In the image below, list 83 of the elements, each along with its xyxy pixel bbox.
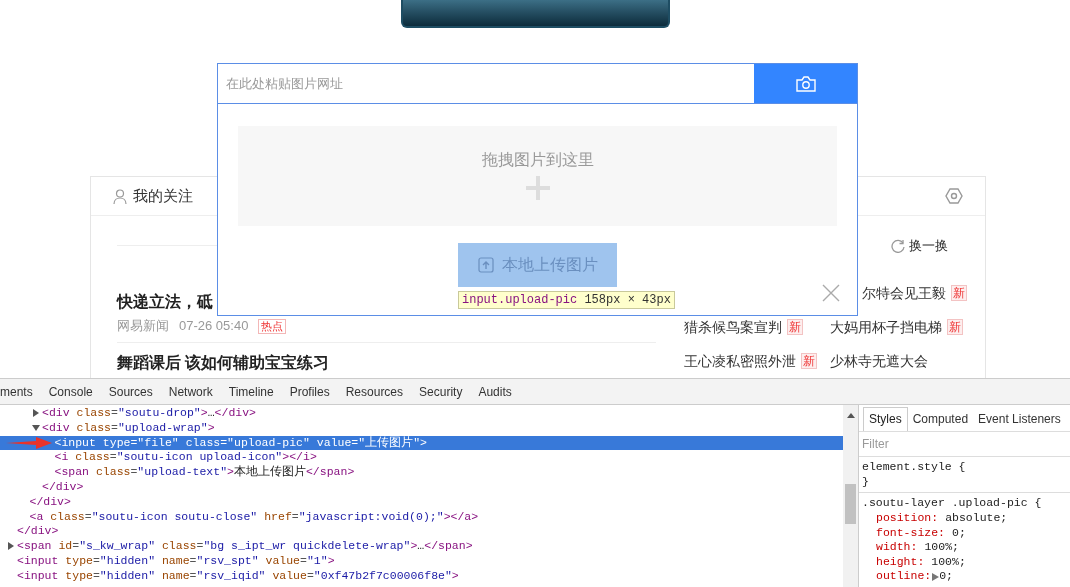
css-property: position: [876,511,939,526]
dom-row[interactable]: </div> [0,524,843,540]
selected-dom-row[interactable]: <input type="file" class="upload-pic" value="上传图片"> [0,435,843,451]
collapsed-triangle-icon[interactable] [32,409,40,417]
code-line: <span class="upload-text">本地上传图片</span> [54,465,355,480]
new-badge: 新 [947,319,963,335]
devtools-tab[interactable]: ments [0,379,41,404]
dom-row[interactable]: <div class="soutu-drop">…</div> [0,406,843,421]
camera-button[interactable] [754,64,857,103]
devtools-tab[interactable]: Security [411,379,471,404]
hot-tag: 热点 [258,318,287,334]
new-badge: 新 [951,285,967,301]
devtools-tab[interactable]: Profiles [281,379,338,404]
refresh-icon [891,239,905,253]
css-property: outline: [876,569,932,584]
dom-row[interactable]: </div> [0,494,843,510]
css-selector: element.style { [862,460,966,475]
collapsed-triangle-icon[interactable] [7,542,15,551]
inspect-tooltip: input.upload-pic 158px × 43px [458,291,675,309]
css-property: width: [876,540,918,555]
css-property: height: [876,554,925,570]
devtools-tab[interactable]: Console [40,379,101,404]
upload-icon [477,257,494,273]
dom-row[interactable]: <input type="hidden" name="rsv_spt" value="1"> [0,553,843,569]
settings-icon[interactable] [945,187,963,205]
css-value: 0; [952,525,966,541]
code-line: <a class="soutu-icon soutu-close" href="javascript:void(0);"></a> [29,509,479,525]
image-url-field[interactable]: 在此处粘贴图片网址 [218,64,754,103]
devtools-tab[interactable]: Audits [470,379,520,404]
article-source: 网易新闻 [117,318,169,334]
article-title[interactable]: 快递立法，砥 [117,292,213,312]
devtools-tab[interactable]: Sources [100,379,161,404]
dom-row[interactable]: <i class="soutu-icon upload-icon"></i> [0,450,843,466]
camera-icon [795,75,816,92]
scrollbar-thumb[interactable] [845,484,856,524]
css-value: 0; [939,569,954,584]
expand-triangle-icon[interactable] [932,572,940,581]
code-line: <i class="soutu-icon upload-icon"></i> [54,450,317,465]
dom-row[interactable]: </div> [0,480,843,495]
css-brace: } [862,474,869,490]
plus-icon [525,176,550,200]
scroll-up-icon[interactable] [846,413,855,418]
styles-tab[interactable]: Event Listeners [973,406,1066,431]
new-badge: 新 [801,353,817,369]
hot-search-link[interactable]: 大妈用杯子挡电梯 [830,316,942,338]
hot-search-link[interactable]: 少林寺无遮大会 [830,350,928,372]
code-line: <input type="hidden" name="rsv_iqid" value="0xf47b2f7c00006f8e"> [17,568,459,584]
devtools-tab[interactable]: Network [160,379,221,404]
css-value: absolute; [945,511,1008,526]
code-line: <span id="s_kw_wrap" class="bg s_ipt_wr quickdelete-wrap">…</span> [17,539,473,554]
close-icon[interactable] [822,284,840,302]
dom-row[interactable]: <span id="s_kw_wrap" class="bg s_ipt_wr quickdelete-wrap">…</span> [0,539,843,554]
styles-tab[interactable]: Styles [863,406,908,431]
article-title[interactable]: 舞蹈课后 该如何辅助宝宝练习 [117,353,330,373]
hot-search-link[interactable]: 尔特会见王毅 [862,282,946,304]
devtools-tab[interactable]: Timeline [220,379,282,404]
new-badge: 新 [787,319,803,335]
code-line: </div> [29,494,71,510]
dom-row[interactable]: <a class="soutu-icon soutu-close" href="javascript:void(0);"></a> [0,509,843,525]
css-value: 100%; [931,554,966,570]
dom-row[interactable]: <span class="upload-text">本地上传图片</span> [0,465,843,480]
dom-row[interactable]: <div class="upload-wrap"> [0,420,843,436]
code-line: <input type="hidden" name="rsv_spt" value="1"> [17,553,335,569]
code-line: <div class="upload-wrap"> [42,420,215,436]
css-value: 100%; [924,540,959,555]
person-icon [113,188,127,204]
devtools-tab[interactable]: Resources [337,379,412,404]
code-line: <div class="soutu-drop">…</div> [42,406,256,421]
css-property: font-size: [876,525,945,541]
styles-tab[interactable]: Computed [907,406,974,431]
hot-search-link[interactable]: 王心凌私密照外泄 [684,350,796,372]
drop-hint: 拖拽图片到这里 [481,150,594,170]
dom-row[interactable]: <input type="hidden" name="rsv_iqid" value="0xf47b2f7c00006f8e"> [0,568,843,584]
code-line: <input type="file" class="upload-pic" value="上传图片"> [54,435,427,451]
scrollbar[interactable] [843,405,858,587]
code-line: </div> [17,524,59,540]
css-selector: .soutu-layer .upload-pic { [862,496,1042,512]
refresh-button[interactable]: 换一换 [891,236,948,256]
filter-field[interactable]: Filter [859,431,1070,458]
code-line: </div> [42,480,84,495]
article-time: 07-26 05:40 [179,318,249,334]
expanded-triangle-icon[interactable] [32,423,40,432]
hot-search-link[interactable]: 猎杀候鸟案宣判 [684,316,782,338]
